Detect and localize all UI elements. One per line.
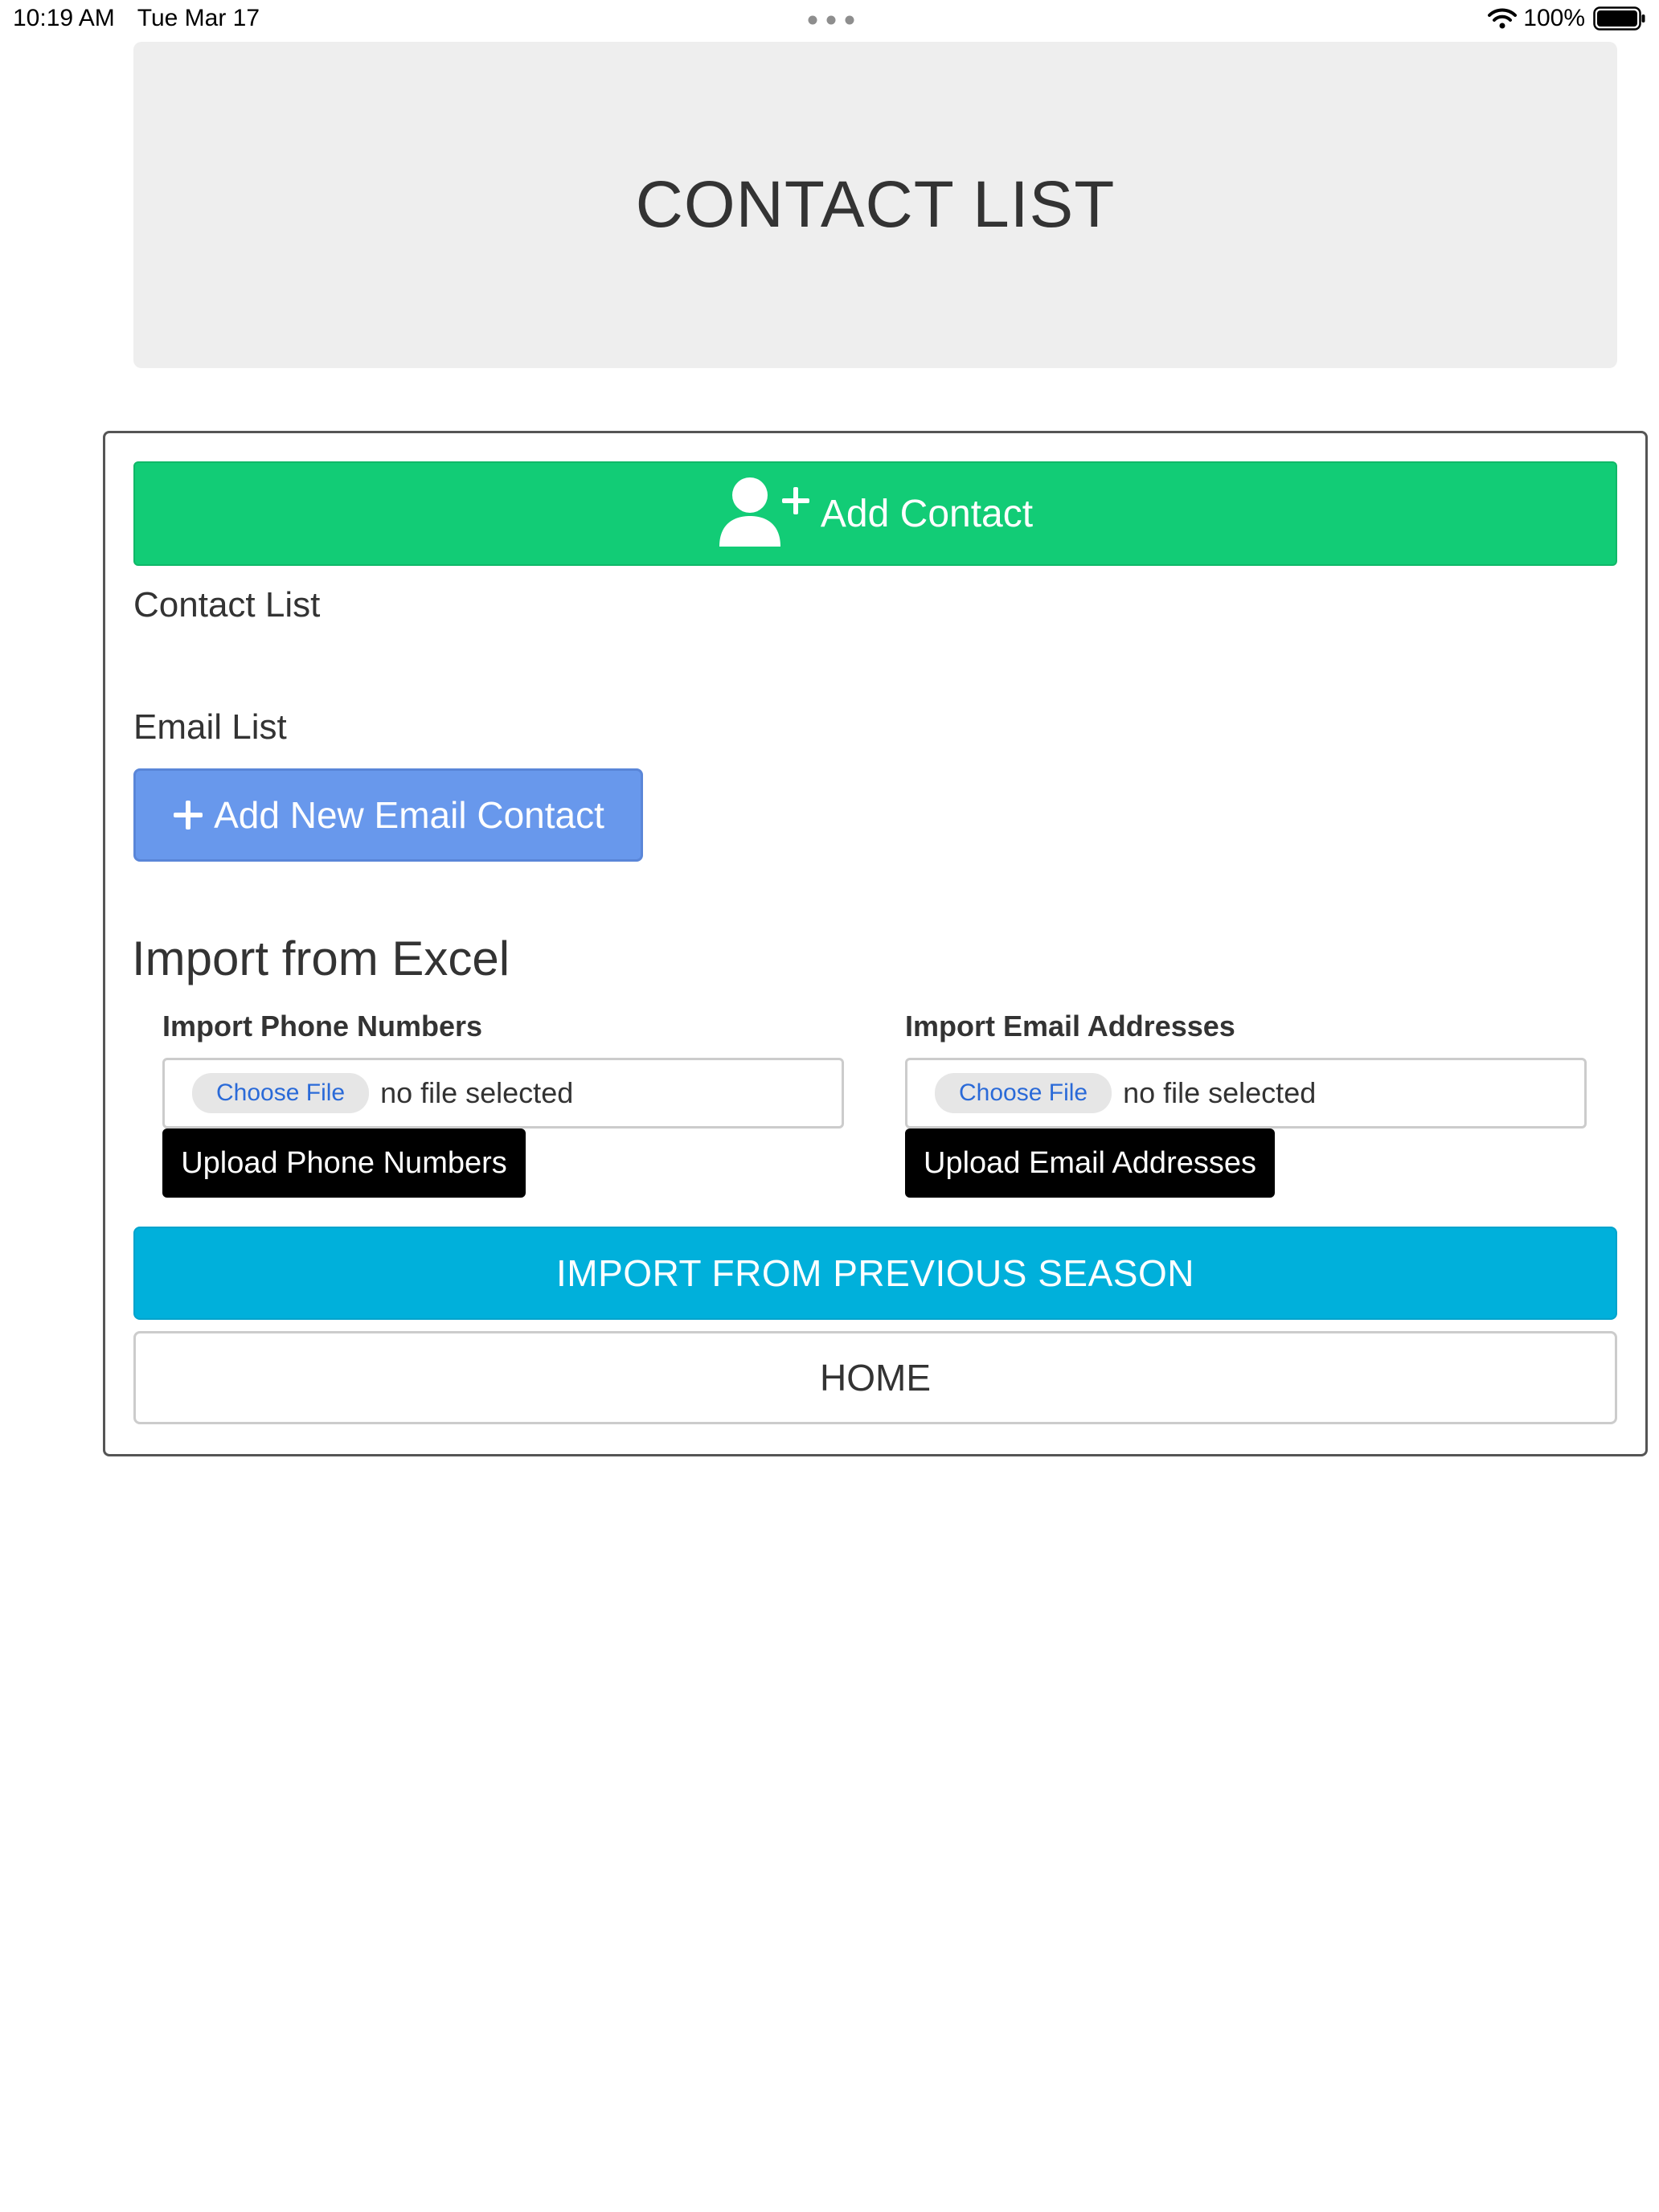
import-email-label: Import Email Addresses: [905, 1010, 1235, 1043]
import-phone-label: Import Phone Numbers: [162, 1010, 483, 1043]
multitask-dots-icon[interactable]: [808, 15, 854, 25]
phone-file-input[interactable]: Choose File no file selected: [162, 1058, 844, 1129]
import-previous-season-button[interactable]: IMPORT FROM PREVIOUS SEASON: [133, 1227, 1617, 1320]
status-time: 10:19 AM: [13, 5, 115, 31]
upload-phone-numbers-button[interactable]: Upload Phone Numbers: [162, 1129, 526, 1198]
phone-choose-file-button[interactable]: Choose File: [192, 1073, 370, 1113]
user-plus-icon: [719, 477, 809, 547]
contact-list-label: Contact List: [133, 585, 321, 625]
email-file-input[interactable]: Choose File no file selected: [905, 1058, 1587, 1129]
add-contact-label: Add Contact: [820, 492, 1034, 535]
import-heading: Import from Excel: [132, 932, 510, 985]
header-banner: CONTACT LIST: [133, 42, 1617, 368]
add-email-contact-label: Add New Email Contact: [214, 794, 604, 836]
email-file-status: no file selected: [1123, 1076, 1317, 1109]
home-button[interactable]: HOME: [133, 1331, 1617, 1424]
add-contact-button[interactable]: Add Contact: [133, 461, 1617, 566]
upload-email-addresses-button[interactable]: Upload Email Addresses: [905, 1129, 1275, 1198]
plus-icon: [174, 801, 203, 830]
wifi-icon: [1488, 8, 1518, 29]
phone-file-status: no file selected: [380, 1076, 574, 1109]
status-bar-right: 100%: [1488, 5, 1646, 32]
battery-icon: [1593, 6, 1645, 31]
status-bar-left: 10:19 AM Tue Mar 17: [13, 5, 260, 32]
page-title: CONTACT LIST: [635, 168, 1116, 241]
status-date: Tue Mar 17: [137, 5, 260, 31]
battery-percent: 100%: [1523, 5, 1585, 31]
add-email-contact-button[interactable]: Add New Email Contact: [133, 768, 643, 862]
email-list-label: Email List: [133, 707, 287, 747]
email-choose-file-button[interactable]: Choose File: [935, 1073, 1112, 1113]
